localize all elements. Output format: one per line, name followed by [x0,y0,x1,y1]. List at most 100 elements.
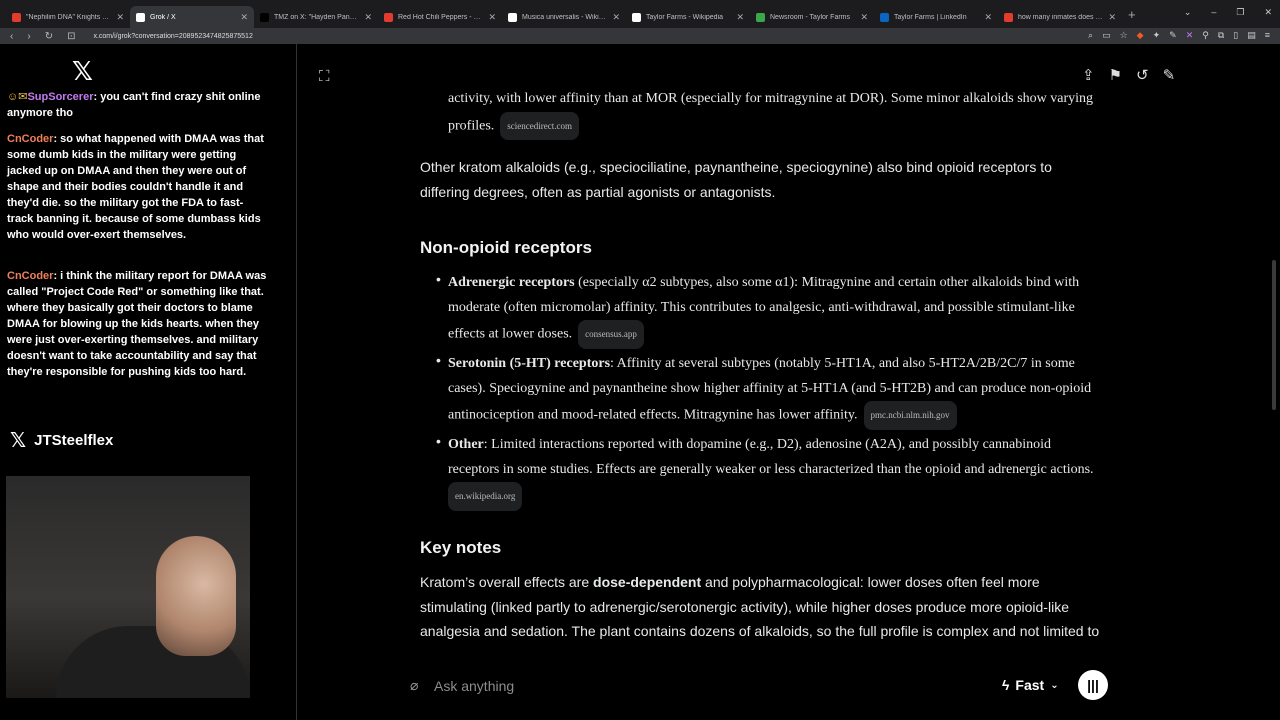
x-extension-icon[interactable]: ✕ [1186,30,1194,41]
tab-search-icon[interactable]: ⌄ [1184,7,1192,18]
brave-shield-icon[interactable]: ◆ [1137,30,1144,41]
panel-divider [296,44,297,720]
new-chat-icon[interactable]: ✎ [1163,66,1176,84]
browser-tab[interactable]: how many inmates does taylor farm ✕ [998,6,1122,28]
cast-icon[interactable]: ▭ [1102,30,1111,41]
tab-title: Taylor Farms - Wikipedia [646,13,724,21]
tab-title: TMZ on X: "Hayden Panettiere was s [274,13,359,21]
tab-title: Grok / X [150,13,176,21]
browser-tab[interactable]: Newsroom - Taylor Farms ✕ [750,6,874,28]
browser-tab[interactable]: "Nephilim DNA" Knights Templar, Re ✕ [6,6,130,28]
scrollbar[interactable] [1272,260,1276,410]
mode-selector[interactable]: ϟ Fast ⌄ [1002,677,1059,693]
webcam-overlay [6,476,250,698]
favicon-icon [1004,12,1013,22]
close-tab-icon[interactable]: ✕ [860,12,868,23]
response-paragraph: Kratom’s overall effects are dose-depend… [420,574,1100,639]
close-window-icon[interactable]: ✕ [1264,7,1272,18]
share-icon[interactable]: ⇪ [1082,66,1095,84]
bullet-icon: • [436,271,441,287]
response-paragraph: Other kratom alkaloids (e.g., speciocili… [420,159,1052,200]
favicon-icon [384,12,393,22]
attach-icon[interactable]: ⌀ [410,677,418,694]
browser-tab[interactable]: Musica universalis - Wikipedia ✕ [502,6,626,28]
tab-title: Red Hot Chili Peppers - Californicati [398,13,484,21]
webcam-person-head [156,536,236,656]
citation-chip[interactable]: consensus.app [578,320,644,349]
list-item: • Adrenergic receptors (especially α2 su… [420,271,1100,349]
x-logo-icon[interactable]: 𝕏 [72,56,93,87]
favicon-icon [880,12,889,22]
ask-input[interactable]: Ask anything [434,678,514,694]
close-tab-icon[interactable]: ✕ [612,12,620,23]
chat-message: CnCoder: so what happened with DMAA was … [7,133,264,241]
favicon-icon [12,12,21,22]
section-heading: Non-opioid receptors [420,238,592,257]
conversation-actions: ⇪ ⚑ ↺ ✎ [1082,66,1175,84]
citation-chip[interactable]: en.wikipedia.org [448,482,523,511]
sidebar-icon[interactable]: ▯ [1233,30,1238,41]
browser-tab[interactable]: Taylor Farms - Wikipedia ✕ [626,6,750,28]
favicon-icon [260,12,269,22]
citation-chip[interactable]: pmc.ncbi.nlm.nih.gov [863,401,957,430]
url-field[interactable]: x.com/i/grok?conversation=20895234748258… [93,33,252,40]
close-tab-icon[interactable]: ✕ [488,12,496,23]
extension-icon[interactable]: ⚲ [1202,30,1209,41]
favicon-icon [632,12,641,22]
arrow-left-icon[interactable]: ‹ [10,31,13,42]
close-tab-icon[interactable]: ✕ [364,12,372,23]
restore-icon[interactable]: ❐ [1236,7,1244,18]
close-tab-icon[interactable]: ✕ [116,12,124,23]
extension-icon[interactable]: ✎ [1169,30,1177,41]
section-heading: Key notes [420,538,502,557]
bullet-icon: • [436,433,441,449]
chat-message: CnCoder: i think the military report for… [7,270,267,378]
ask-input-bar: ⌀ Ask anything ϟ Fast ⌄ ||| [398,664,1118,708]
favicon-icon [756,12,765,22]
extension-icon[interactable]: ✦ [1153,30,1161,41]
bookmark-icon[interactable]: ⚑ [1109,66,1122,84]
x-logo-icon: 𝕏 [10,430,27,452]
tab-title: Newsroom - Taylor Farms [770,13,850,21]
browser-tab[interactable]: Grok / X ✕ [130,6,254,28]
favicon-icon [508,12,517,22]
chevron-down-icon: ⌄ [1050,679,1059,691]
minimize-icon[interactable]: – [1211,7,1216,18]
stream-chat-panel: 𝕏 ☺✉SupSorcerer: you can't find crazy sh… [0,44,296,474]
close-tab-icon[interactable]: ✕ [984,12,992,23]
menu-icon[interactable]: ≡ [1265,30,1270,41]
browser-tab[interactable]: Red Hot Chili Peppers - Californicati ✕ [378,6,502,28]
chat-message: ☺✉SupSorcerer: you can't find crazy shit… [7,91,261,119]
browser-tab[interactable]: TMZ on X: "Hayden Panettiere was s ✕ [254,6,378,28]
lightning-icon: ϟ [1002,677,1010,693]
reload-icon[interactable]: ↻ [45,31,53,42]
voice-mode-button[interactable]: ||| [1078,670,1108,700]
close-tab-icon[interactable]: ✕ [736,12,744,23]
streamer-handle: 𝕏 JTSteelflex [10,430,114,452]
list-item: • Other: Limited interactions reported w… [420,433,1100,511]
favicon-icon [136,12,145,22]
tab-title: Taylor Farms | LinkedIn [894,13,967,21]
puzzle-icon[interactable]: ⧉ [1218,30,1224,41]
arrow-right-icon[interactable]: › [27,31,30,42]
browser-tab-bar: "Nephilim DNA" Knights Templar, Re✕Grok … [0,0,1280,28]
window-controls: ⌄ – ❐ ✕ [1184,7,1272,18]
waveform-icon: ||| [1087,677,1099,693]
star-icon[interactable]: ☆ [1120,30,1128,41]
list-item: • Serotonin (5-HT) receptors: Affinity a… [420,352,1100,430]
browser-tab[interactable]: Taylor Farms | LinkedIn ✕ [874,6,998,28]
new-tab-button[interactable]: + [1128,7,1136,22]
tab-title: Musica universalis - Wikipedia [522,13,608,21]
address-bar-row: ‹ › ↻ ⊡ x.com/i/grok?conversation=208952… [0,28,1280,44]
response-bullet-continued: activity, with lower affinity than at MO… [420,87,1100,140]
wallet-icon[interactable]: ▤ [1247,30,1256,41]
tab-title: how many inmates does taylor farm [1018,13,1103,21]
bookmark-page-icon[interactable]: ⊡ [67,31,75,42]
expand-icon[interactable]: ⛶ [319,68,330,85]
history-icon[interactable]: ↺ [1136,66,1149,84]
tab-title: "Nephilim DNA" Knights Templar, Re [26,13,111,21]
zoom-icon[interactable]: ⌕ [1088,30,1093,41]
close-tab-icon[interactable]: ✕ [240,12,248,23]
close-tab-icon[interactable]: ✕ [1108,12,1116,23]
citation-chip[interactable]: sciencedirect.com [500,111,579,140]
